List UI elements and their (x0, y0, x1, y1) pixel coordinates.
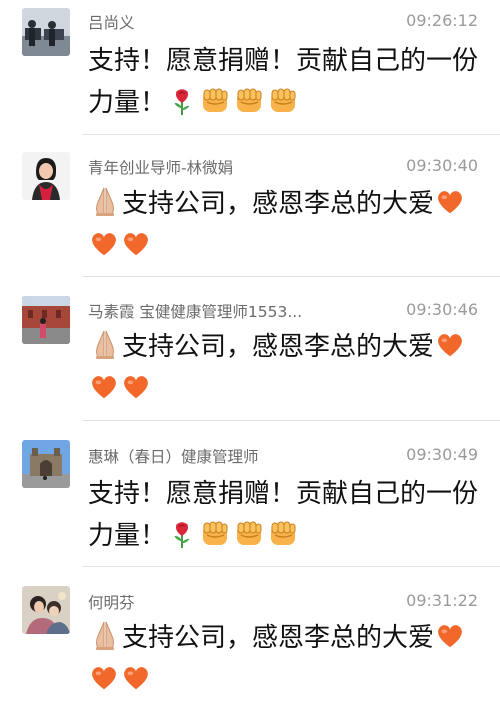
comment-text: 支持！愿意捐赠！贡献自己的一份 力量！ (88, 473, 480, 557)
heart-icon (89, 229, 119, 259)
comment-text: 支持公司，感恩李总的大爱 (88, 326, 480, 410)
rose-icon (167, 519, 197, 549)
comment-text-line1: 支持！愿意捐赠！贡献自己的一份 (88, 479, 479, 509)
comment-text: 支持公司，感恩李总的大爱 (88, 183, 480, 267)
avatar[interactable] (22, 586, 70, 634)
comment-time: 09:30:49 (406, 445, 478, 464)
author-name[interactable]: 青年创业导师-林微娟 (88, 156, 233, 178)
praying-hands-icon (89, 328, 121, 360)
comment-time: 09:30:46 (406, 300, 478, 319)
fist-icon (267, 517, 299, 549)
fist-icon (199, 517, 231, 549)
praying-hands-icon (89, 185, 121, 217)
heart-icon (89, 372, 119, 402)
fist-icon (233, 84, 265, 116)
avatar[interactable] (22, 152, 70, 200)
comment-time: 09:30:40 (406, 156, 478, 175)
comment-divider (82, 420, 500, 421)
heart-icon (121, 229, 151, 259)
comment-divider (82, 276, 500, 277)
heart-icon (435, 187, 465, 217)
author-name[interactable]: 惠琳（春日）健康管理师 (88, 445, 259, 467)
author-name[interactable]: 吕尚义 (88, 11, 135, 33)
praying-hands-icon (89, 619, 121, 651)
fist-icon (233, 517, 265, 549)
comment-text-line2: 力量！ (88, 88, 167, 118)
comment-time: 09:26:12 (406, 11, 478, 30)
heart-icon (435, 621, 465, 651)
heart-icon (435, 330, 465, 360)
rose-icon (167, 86, 197, 116)
fist-icon (267, 84, 299, 116)
comment-text-line2: 力量！ (88, 521, 167, 551)
comment-text-content: 支持公司，感恩李总的大爱 (122, 623, 435, 653)
author-name[interactable]: 马素霞 宝健健康管理师1553... (88, 300, 302, 322)
fist-icon (199, 84, 231, 116)
comment-divider (82, 134, 500, 135)
comment-text-content: 支持公司，感恩李总的大爱 (122, 332, 435, 362)
avatar[interactable] (22, 8, 70, 56)
comment-divider (82, 566, 500, 567)
heart-icon (121, 663, 151, 693)
author-name[interactable]: 何明芬 (88, 591, 135, 613)
avatar[interactable] (22, 440, 70, 488)
comment-text-content: 支持公司，感恩李总的大爱 (122, 189, 435, 219)
heart-icon (121, 372, 151, 402)
comment-text: 支持！愿意捐赠！贡献自己的一份 力量！ (88, 40, 480, 124)
comment-time: 09:31:22 (406, 591, 478, 610)
avatar[interactable] (22, 296, 70, 344)
comment-text: 支持公司，感恩李总的大爱 (88, 617, 480, 701)
heart-icon (89, 663, 119, 693)
comment-text-line1: 支持！愿意捐赠！贡献自己的一份 (88, 46, 479, 76)
